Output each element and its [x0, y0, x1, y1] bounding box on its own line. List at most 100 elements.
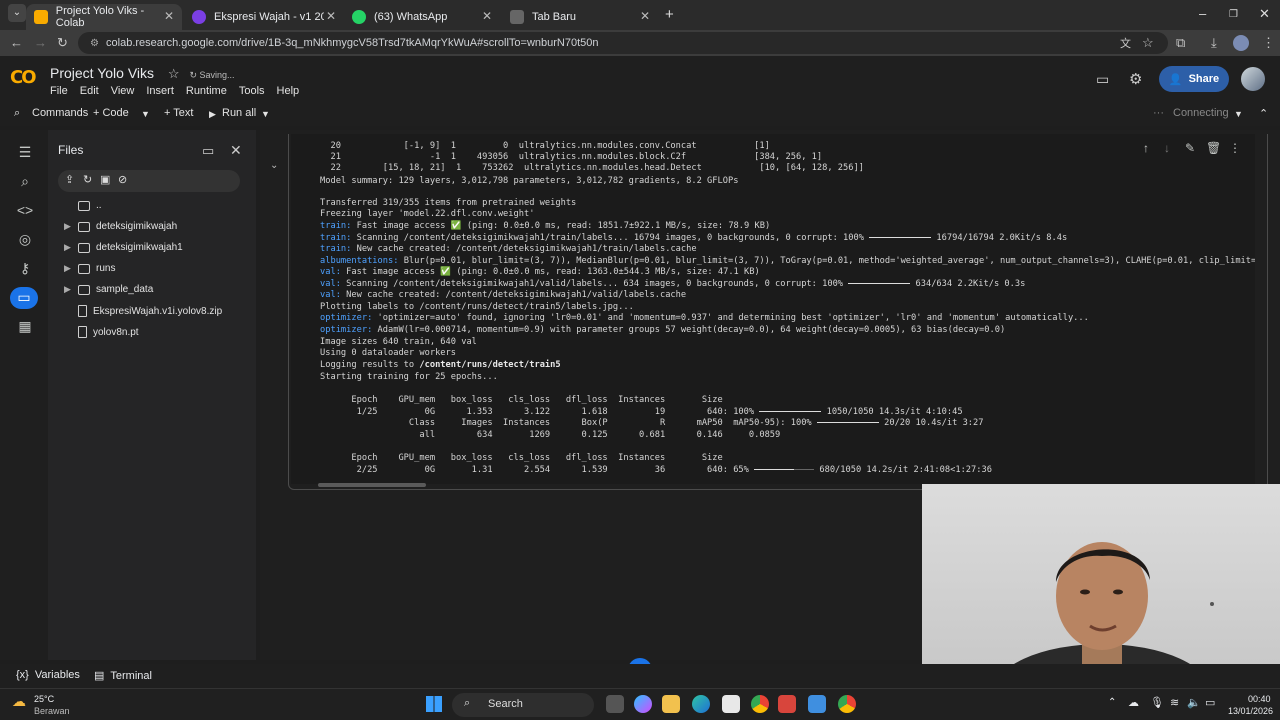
secrets-key-icon[interactable]: ⚷: [16, 260, 34, 278]
collapse-header-icon[interactable]: ⌃: [1259, 107, 1268, 120]
task-view-icon[interactable]: [606, 695, 624, 713]
variables-inspector-icon[interactable]: ◎: [16, 231, 34, 249]
variables-button[interactable]: {x} Variables: [16, 669, 80, 681]
menu-view[interactable]: View: [111, 85, 135, 97]
code-dropdown-icon[interactable]: ▼: [141, 109, 150, 119]
volume-icon[interactable]: 🔈: [1187, 696, 1201, 709]
move-up-icon[interactable]: ↑: [1143, 141, 1149, 155]
media-player-icon[interactable]: [778, 695, 796, 713]
commands-button[interactable]: Commands: [32, 107, 88, 119]
chrome-profile-icon[interactable]: [838, 695, 856, 713]
tab-new[interactable]: Tab Baru ✕: [502, 4, 658, 30]
terminal-button[interactable]: ▤ Terminal: [94, 669, 152, 682]
output-horizontal-scrollbar[interactable]: [318, 483, 426, 487]
download-icon[interactable]: ⤓: [1211, 35, 1217, 51]
chrome-icon[interactable]: [751, 695, 769, 713]
settings-gear-icon[interactable]: ⚙: [1129, 70, 1142, 88]
microphone-icon[interactable]: 🎙: [1150, 696, 1164, 709]
files-folder-icon[interactable]: ▭: [10, 287, 38, 309]
tray-chevron-icon[interactable]: ⌃: [1108, 697, 1116, 708]
tab-colab[interactable]: Project Yolo Viks - Colab ✕: [26, 4, 182, 30]
move-down-icon[interactable]: ↓: [1164, 141, 1170, 155]
file-row-runs[interactable]: ▶ runs: [64, 263, 115, 274]
file-row-deteksigimikwajah[interactable]: ▶ deteksigimikwajah: [64, 221, 177, 232]
comments-icon[interactable]: ▭: [1096, 71, 1109, 88]
close-panel-icon[interactable]: ✕: [230, 142, 242, 159]
clock-date[interactable]: 13/01/2026: [1228, 706, 1273, 716]
reload-icon[interactable]: ↻: [57, 35, 68, 51]
file-row-zip[interactable]: EkspresiWajah.v1i.yolov8.zip: [64, 305, 222, 317]
colab-logo[interactable]: CO: [10, 67, 36, 88]
add-text-button[interactable]: + Text: [164, 107, 193, 119]
connection-dropdown-icon[interactable]: ▼: [1234, 109, 1243, 119]
user-avatar[interactable]: [1241, 67, 1265, 91]
cell-more-icon[interactable]: ⋮: [1229, 141, 1241, 155]
expand-chevron-icon[interactable]: ▶: [64, 242, 78, 253]
new-tab-view-icon[interactable]: ▭: [202, 143, 214, 159]
tab-search-chevron-icon[interactable]: ⌄: [8, 4, 26, 22]
extensions-icon[interactable]: ⧉: [1176, 35, 1185, 51]
file-explorer-icon[interactable]: [662, 695, 680, 713]
notepad-icon[interactable]: [808, 695, 826, 713]
menu-runtime[interactable]: Runtime: [186, 85, 227, 97]
close-tab-icon[interactable]: ✕: [326, 9, 336, 23]
start-windows-icon[interactable]: [426, 696, 442, 712]
store-icon[interactable]: [722, 695, 740, 713]
file-row-parent[interactable]: ..: [64, 200, 102, 211]
upload-icon[interactable]: ⇪: [65, 173, 74, 186]
minimize-icon[interactable]: –: [1199, 6, 1206, 21]
expand-chevron-icon[interactable]: ▶: [64, 284, 78, 295]
battery-icon[interactable]: ▭: [1205, 696, 1215, 709]
weather-temp[interactable]: 25°C: [34, 694, 54, 704]
restore-icon[interactable]: ❐: [1229, 9, 1238, 20]
edge-icon[interactable]: [692, 695, 710, 713]
menu-file[interactable]: File: [50, 85, 68, 97]
file-row-deteksigimikwajah1[interactable]: ▶ deteksigimikwajah1: [64, 242, 183, 253]
find-replace-icon[interactable]: ⌕: [16, 173, 34, 191]
close-tab-icon[interactable]: ✕: [640, 9, 650, 23]
forward-icon[interactable]: →: [34, 35, 47, 50]
back-icon[interactable]: ←: [10, 35, 23, 50]
delete-trash-icon[interactable]: 🗑: [1206, 141, 1221, 155]
close-tab-icon[interactable]: ✕: [482, 9, 492, 23]
expand-chevron-icon[interactable]: ▶: [64, 221, 78, 232]
weather-icon[interactable]: ☁: [12, 693, 26, 710]
run-all-button[interactable]: Run all: [222, 107, 256, 119]
mount-drive-icon[interactable]: ▣: [100, 173, 110, 186]
add-code-button[interactable]: + Code: [93, 107, 129, 119]
menu-edit[interactable]: Edit: [80, 85, 99, 97]
expand-chevron-icon[interactable]: ▶: [64, 263, 78, 274]
close-tab-icon[interactable]: ✕: [164, 9, 174, 23]
connection-status[interactable]: Connecting: [1173, 107, 1229, 119]
more-dots-icon[interactable]: ···: [1153, 107, 1164, 119]
file-row-sample-data[interactable]: ▶ sample_data: [64, 284, 153, 295]
taskbar-search[interactable]: ⌕ Search: [452, 693, 594, 717]
wifi-icon[interactable]: ≋: [1170, 696, 1179, 709]
toc-icon[interactable]: ☰: [16, 144, 34, 162]
menu-kebab-icon[interactable]: ⋮: [1262, 35, 1275, 51]
hide-files-icon[interactable]: ⊘: [118, 173, 127, 186]
star-icon[interactable]: ☆: [168, 66, 180, 81]
close-window-icon[interactable]: ✕: [1259, 6, 1270, 22]
new-tab-button[interactable]: +: [665, 6, 674, 23]
profile-avatar[interactable]: [1233, 35, 1249, 51]
bookmark-star-icon[interactable]: ☆: [1142, 35, 1154, 51]
file-row-yolov8n[interactable]: yolov8n.pt: [64, 326, 139, 338]
site-info-icon[interactable]: ⚙: [90, 38, 99, 49]
edit-pencil-icon[interactable]: ✎: [1185, 141, 1195, 155]
copilot-icon[interactable]: [634, 695, 652, 713]
clock-time[interactable]: 00:40: [1248, 694, 1271, 704]
share-button[interactable]: 👤 Share: [1159, 66, 1229, 92]
menu-insert[interactable]: Insert: [146, 85, 174, 97]
menu-tools[interactable]: Tools: [239, 85, 265, 97]
notebook-title[interactable]: Project Yolo Viks: [50, 65, 154, 81]
address-bar[interactable]: ⚙ colab.research.google.com/drive/1B-3q_…: [78, 32, 1168, 54]
tab-ekspresi[interactable]: Ekspresi Wajah - v1 2026-01-12 ✕: [184, 4, 344, 30]
refresh-icon[interactable]: ↻: [83, 173, 92, 186]
translate-icon[interactable]: 文: [1120, 35, 1131, 51]
collapse-cell-chevron-icon[interactable]: ⌄: [270, 160, 278, 171]
menu-help[interactable]: Help: [277, 85, 300, 97]
run-all-dropdown-icon[interactable]: ▼: [261, 109, 270, 119]
data-table-icon[interactable]: ▦: [16, 318, 34, 336]
onedrive-icon[interactable]: ☁: [1128, 696, 1139, 709]
